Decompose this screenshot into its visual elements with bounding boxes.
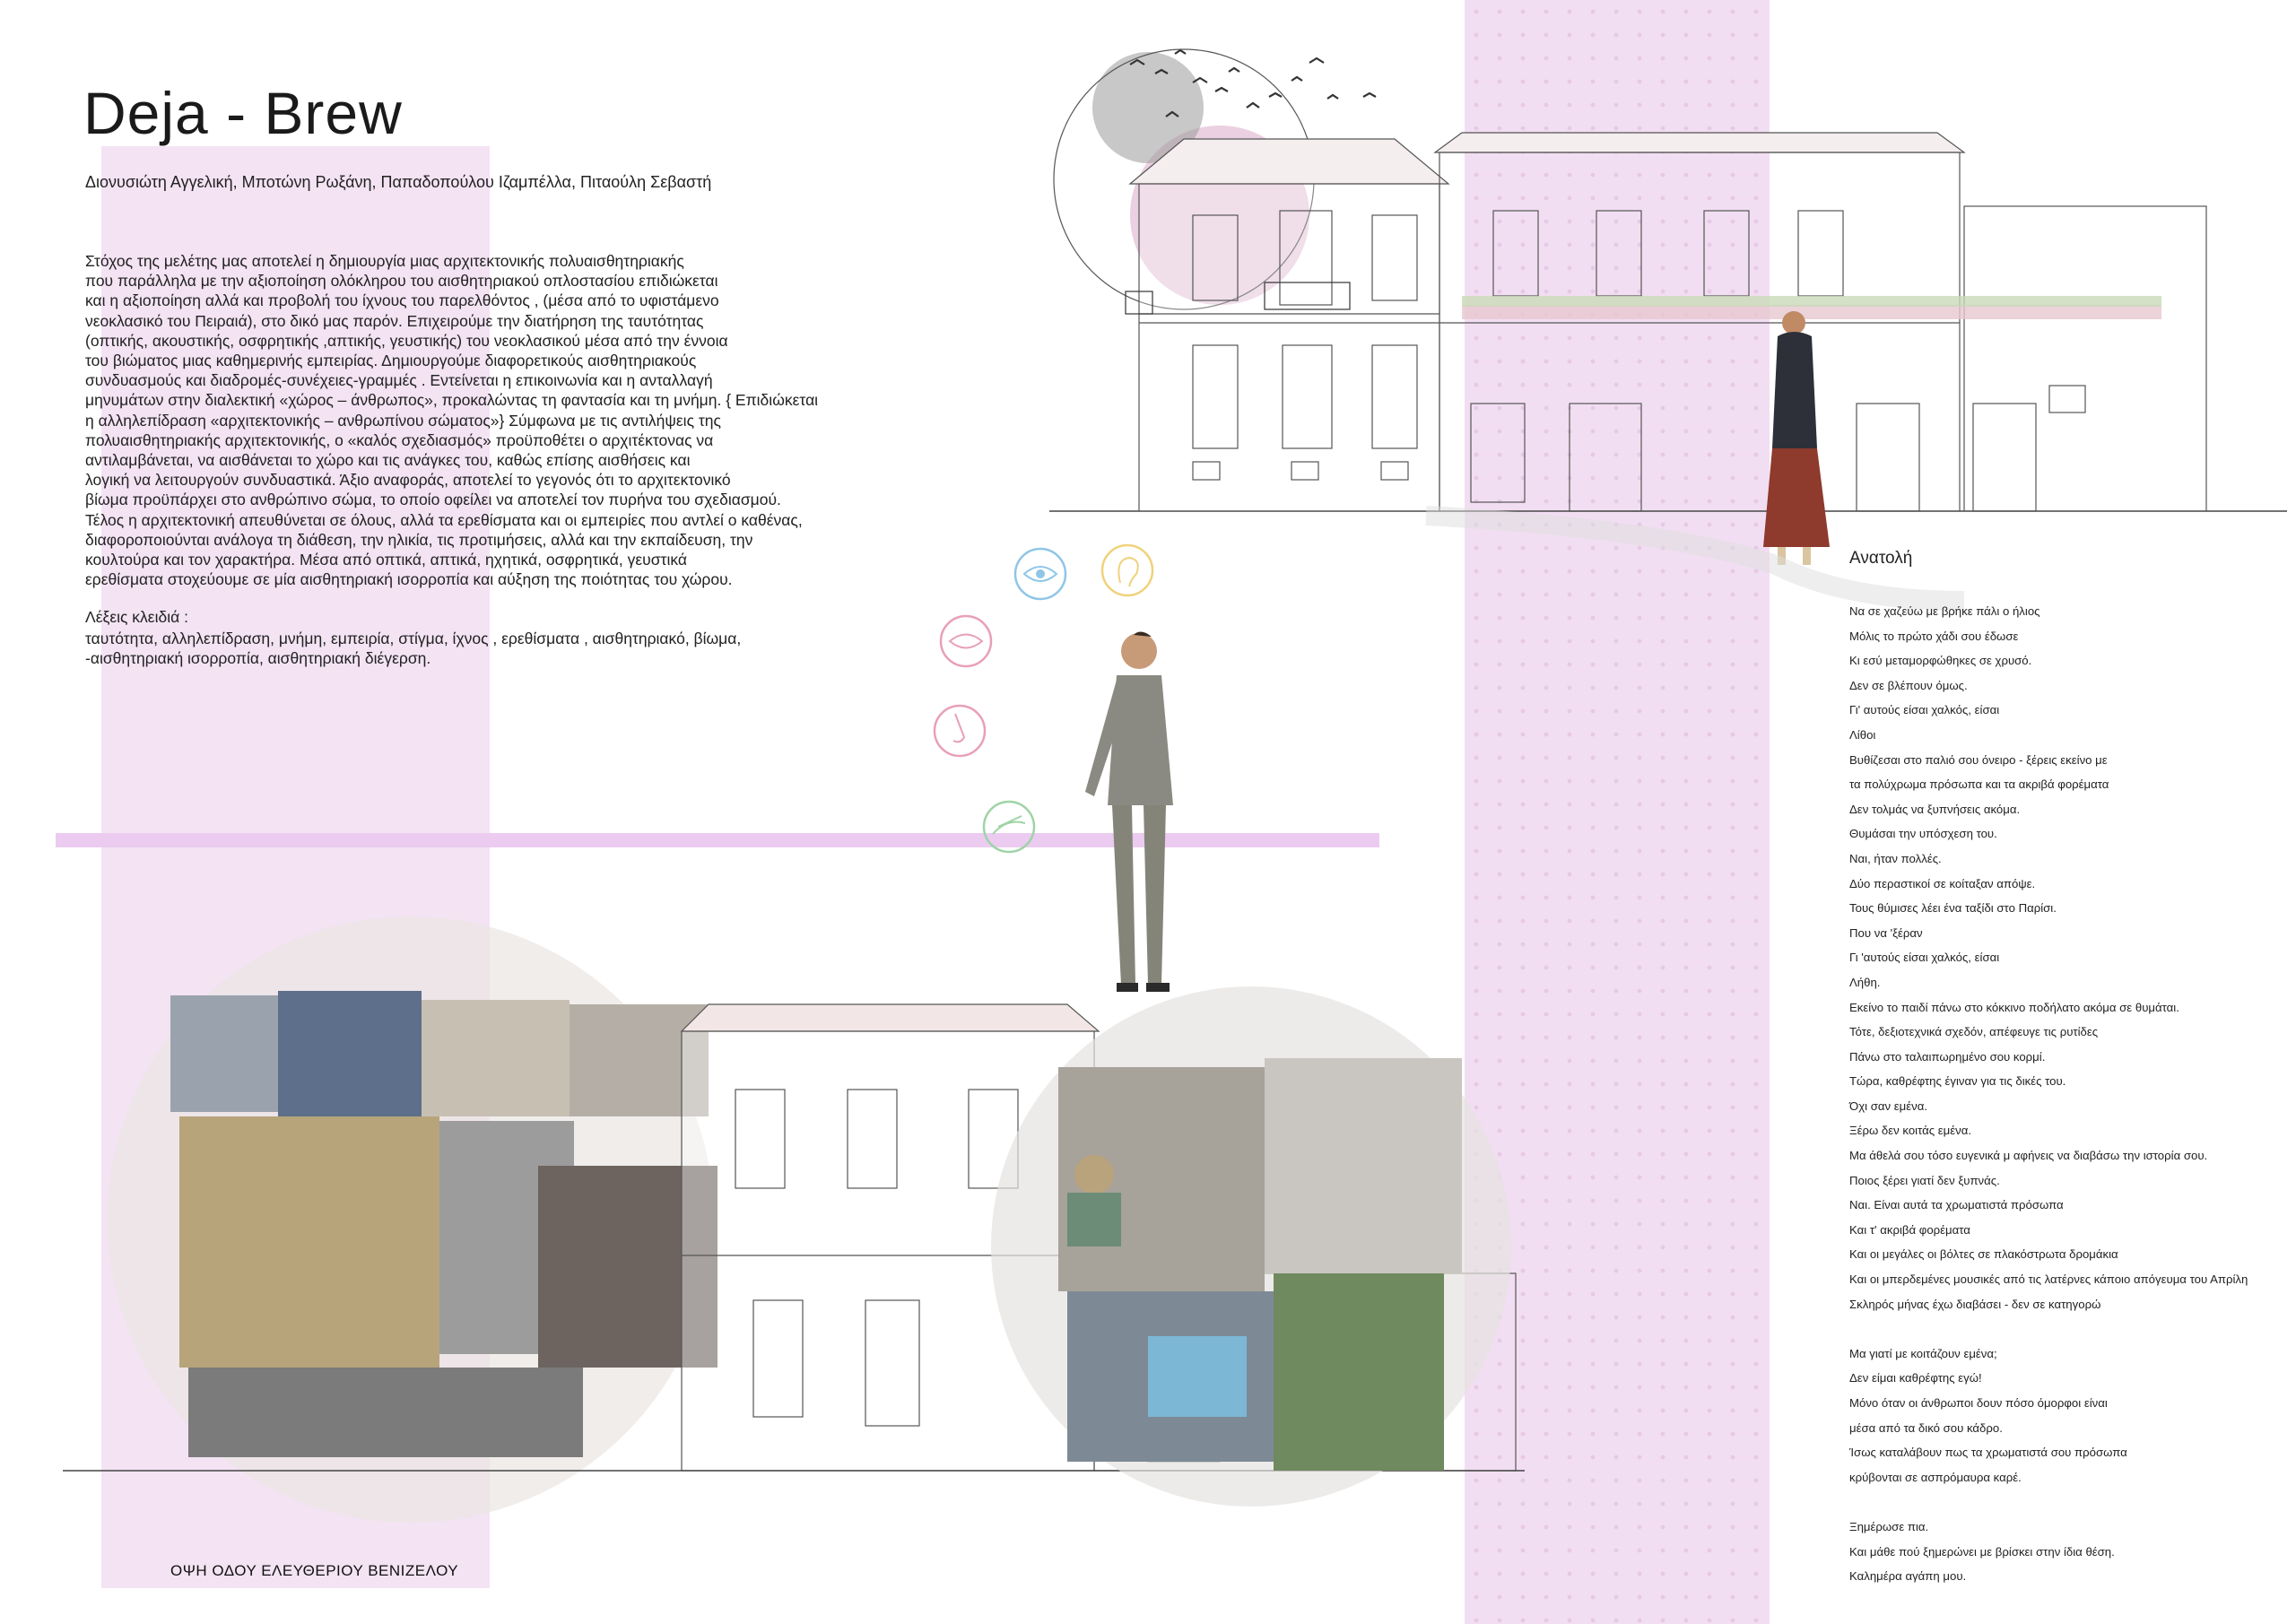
poem-line: Μα γιατί με κοιτάζουν εμένα; xyxy=(1849,1346,1997,1360)
abstract-line: συνδυασμούς και διαδρομές-συνέχειες-γραμ… xyxy=(85,371,713,390)
poem-line: Ίσως καταλάβουν πως τα χρωματιστά σου πρ… xyxy=(1849,1446,2127,1460)
poem-line: Μόνο όταν οι άνθρωποι δουν πόσο όμορφοι … xyxy=(1849,1396,2108,1410)
poem-line: Πάνω στο ταλαιπωρημένο σου κορμί. xyxy=(1849,1049,2046,1064)
poem-line: Να σε χαζεύω με βρήκε πάλι ο ήλιος xyxy=(1849,604,2040,618)
poem-line: Τότε, δεξιοτεχνικά σχεδόν, απέφευγε τις … xyxy=(1849,1025,2099,1039)
poem-line: Ναι, ήταν πολλές. xyxy=(1849,851,1942,865)
abstract-line: Τέλος η αρχιτεκτονική απευθύνεται σε όλο… xyxy=(85,510,803,529)
top-elevation-drawing xyxy=(1049,48,2287,611)
poem-line: Γι 'αυτούς είσαι χαλκός, είσαι xyxy=(1849,951,2000,965)
nose-icon xyxy=(933,704,987,758)
poem-line: Δεν τολμάς να ξυπνήσεις ακόμα. xyxy=(1849,802,2021,816)
poem-line xyxy=(1849,1316,2293,1342)
poem-line: Τους θύμισες λέει ένα ταξίδι στο Παρίσι. xyxy=(1849,901,2057,916)
poem-line: Λίθοι xyxy=(1849,727,1876,742)
poem-line: Ξημέρωσε πια. xyxy=(1849,1519,1929,1533)
poem-line: τα πολύχρωμα πρόσωπα και τα ακριβά φορέμ… xyxy=(1849,777,2109,792)
abstract-line: μηνυμάτων στην διαλεκτική «χώρος – άνθρω… xyxy=(85,391,819,410)
keywords-text: ταυτότητα, αλληλεπίδραση, μνήμη, εμπειρί… xyxy=(85,629,910,668)
mouth-icon xyxy=(939,614,993,668)
poem-line: Που να 'ξέραν xyxy=(1849,925,1923,940)
poem-line: Ξέρω δεν κοιτάς εμένα. xyxy=(1849,1124,1971,1138)
hand-icon xyxy=(982,800,1036,854)
poem-line: Και οι μπερδεμένες μουσικές από τις λατέ… xyxy=(1849,1272,2248,1287)
abstract-line: νεοκλασικό του Πειραιά), στο δικό μας πα… xyxy=(85,311,704,330)
poem-line: Σκληρός μήνας έχω διαβάσει - δεν σε κατη… xyxy=(1849,1297,2101,1311)
poem-line: Καλημέρα αγάπη μου. xyxy=(1849,1569,1967,1584)
poem-line: Δεν σε βλέπουν όμως. xyxy=(1849,678,1968,692)
adjacent-building xyxy=(1433,132,2207,512)
poem-line: Όχι σαν εμένα. xyxy=(1849,1099,1927,1113)
poem-line: Ναι. Είναι αυτά τα χρωματιστά πρόσωπα xyxy=(1849,1198,2064,1212)
abstract-text: Στόχος της μελέτης μας αποτελεί η δημιου… xyxy=(85,251,910,589)
poem-text: Να σε χαζεύω με βρήκε πάλι ο ήλιος Μόλις… xyxy=(1849,599,2293,1589)
poem-line: Θυμάσαι την υπόσχεση του. xyxy=(1849,827,1997,841)
poem-line: Δύο περαστικοί σε κοίταξαν απόψε. xyxy=(1849,876,2036,890)
woman-figure xyxy=(1763,311,1830,565)
poem-line: Τώρα, καθρέφτης έγιναν για τις δικές του… xyxy=(1849,1074,2066,1089)
eye-icon xyxy=(1013,547,1067,601)
abstract-line: κουλτούρα και τον χαρακτήρα. Μέσα από οπ… xyxy=(85,551,688,569)
poem-line xyxy=(1849,1489,2293,1515)
abstract-line: ερεθίσματα στοχεύουμε σε μία αισθητηριακ… xyxy=(85,570,733,589)
poem-line: Δεν είμαι καθρέφτης εγώ! xyxy=(1849,1371,1982,1385)
ear-icon xyxy=(1100,543,1154,597)
poem-line: κρύβονται σε ασπρόμαυρα καρέ. xyxy=(1849,1470,2022,1484)
keywords-label: Λέξεις κλειδιά : xyxy=(85,608,188,626)
abstract-line: βίωμα προϋπάρχει στο ανθρώπινο σώμα, το … xyxy=(85,491,781,509)
poem-line: Γι' αυτούς είσαι χαλκός, είσαι xyxy=(1849,703,2000,717)
abstract-line: (οπτικής, ακουστικής, οσφρητικής ,απτική… xyxy=(85,331,728,350)
abstract-line: διαφοροποιούνται ανάλογα τη διάθεση, την… xyxy=(85,530,753,549)
bottom-elevation-drawing xyxy=(63,916,1525,1523)
poem-line: Και οι μεγάλες οι βόλτες σε πλακόστρωτα … xyxy=(1849,1247,2118,1262)
abstract-line: που παράλληλα με την αξιοποίηση ολόκληρο… xyxy=(85,272,718,291)
poem-line: Ποιος ξέρει γιατί δεν ξυπνάς. xyxy=(1849,1173,2000,1187)
flower-balcony xyxy=(1462,296,2161,319)
poem-line: Βυθίζεσαι στο παλιό σου όνειρο - ξέρεις … xyxy=(1849,752,2108,767)
poem-line: Κι εσύ μεταμορφώθηκες σε χρυσό. xyxy=(1849,654,2032,668)
elevation-caption: ΟΨΗ ΟΔΟΥ ΕΛΕΥΘΕΡΙΟΥ ΒΕΝΙΖΕΛΟΥ xyxy=(170,1562,459,1579)
poem-line: μέσα από τα δικό σου κάδρο. xyxy=(1849,1420,2003,1435)
page-title: Deja - Brew xyxy=(83,80,403,146)
abstract-line: του βιώματος μιας καθημερινής εμπειρίας.… xyxy=(85,352,697,370)
abstract-line: και η αξιοποίηση αλλά και προβολή του ίχ… xyxy=(85,291,719,310)
abstract-line: η αλληλεπίδραση «αρχιτεκτονικής – ανθρωπ… xyxy=(85,411,721,430)
abstract-line: πολυαισθητηριακής αρχιτεκτονικής, ο «καλ… xyxy=(85,430,714,449)
photo-collage-right xyxy=(1058,1058,1462,1471)
abstract-line: λογική να λειτουργούν συνδυαστικά. Άξιο … xyxy=(85,471,731,490)
authors-line: Διονυσιώτη Αγγελική, Μποτώνη Ρωξάνη, Παπ… xyxy=(85,173,712,191)
keywords-line: ταυτότητα, αλληλεπίδραση, μνήμη, εμπειρί… xyxy=(85,630,742,647)
keywords-line: -αισθητηριακή ισορροπία, αισθητηριακή δι… xyxy=(85,649,431,668)
poem-line: Λήθη. xyxy=(1849,975,1881,989)
poem-title: Ανατολή xyxy=(1849,549,1913,568)
poem-line: Και τ' ακριβά φορέματα xyxy=(1849,1222,1970,1237)
abstract-line: Στόχος της μελέτης μας αποτελεί η δημιου… xyxy=(85,252,684,270)
poem-line: Μα άθελά σου τόσο ευγενικά μ αφήνεις να … xyxy=(1849,1149,2208,1163)
poem-line: Και μάθε πού ξημερώνει με βρίσκει στην ί… xyxy=(1849,1544,2115,1559)
poem-line: Εκείνο το παιδί πάνω στο κόκκινο ποδήλατ… xyxy=(1849,1000,2179,1014)
poem-line: Μόλις το πρώτο χάδι σου έδωσε xyxy=(1849,629,2019,643)
abstract-line: αντιλαμβάνεται, να αισθάνεται το χώρο κα… xyxy=(85,451,691,470)
neoclassical-building xyxy=(1125,138,1450,512)
